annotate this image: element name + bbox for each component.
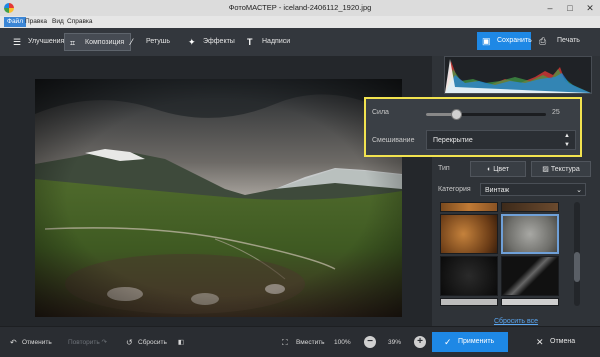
window-title: ФотоМАСТЕР - iceland-2406112_1920.jpg [228,3,372,12]
scrollbar[interactable] [574,202,580,306]
redo-label: Повторить [68,339,100,346]
tab-label: Надписи [262,38,291,45]
fit-button[interactable]: ⛶ Вместить [280,335,325,350]
photo-preview[interactable] [35,79,402,317]
reset-all-link[interactable]: Сбросить все [432,318,600,325]
blend-label: Смешивание [372,137,415,144]
color-label: Цвет [493,166,509,173]
tab-label: Композиция [85,39,125,46]
tab-retouch[interactable]: ⁄ Ретушь [126,33,176,51]
texture-button[interactable]: ▨ Текстура [531,161,591,177]
tab-label: Ретушь [146,38,171,45]
bottom-bar: ↶ Отменить Повторить ↷ ↺ Сбросить ◧ ⛶ Вм… [0,326,600,357]
zoom-value: 39% [388,339,402,346]
reset-icon: ↺ [126,338,133,347]
menu-edit[interactable]: Правка [22,17,50,27]
texture-thumb[interactable] [440,214,498,254]
title-bar: ФотоМАСТЕР - iceland-2406112_1920.jpg – … [0,0,600,16]
texture-thumb-selected[interactable] [501,214,559,254]
menu-help[interactable]: Справка [64,17,96,27]
minimize-button[interactable]: – [540,0,560,16]
compare-icon: ◧ [177,339,185,346]
printer-icon: ⎙ [539,36,547,46]
print-label: Печать [557,37,580,44]
highlighted-settings: Сила 25 Смешивание Перекрытие ▲ ▼ [364,97,582,157]
sliders-icon: ☰ [13,37,22,47]
tab-label: Эффекты [203,38,235,45]
compare-button[interactable]: ◧ [174,335,188,350]
save-icon: ▣ [482,36,491,46]
texture-icon: ▨ [542,166,551,173]
strength-value: 25 [552,109,560,116]
redo-icon: ↷ [101,339,107,346]
texture-thumb[interactable] [501,256,559,296]
reset-label: Сбросить [138,339,167,346]
category-dropdown[interactable]: Винтаж ⌄ [480,183,586,196]
text-icon: T [247,37,253,47]
fit-label: Вместить [296,339,325,346]
reset-button[interactable]: ↺ Сбросить [124,335,167,350]
save-button[interactable]: ▣ Сохранить [477,32,532,50]
apply-label: Применить [458,338,495,345]
redo-button[interactable]: Повторить ↷ [64,335,107,350]
zoom-100-button[interactable]: 100% [334,335,351,350]
category-label: Категория [438,186,471,193]
close-icon: ✕ [536,337,544,347]
close-button[interactable]: ✕ [580,0,600,16]
texture-thumb[interactable] [501,298,559,306]
cancel-button[interactable]: ✕ Отмена [524,332,594,352]
strength-label: Сила [372,109,389,116]
menu-bar: Файл Правка Вид Справка [0,16,600,28]
zoom-in-button[interactable]: + [414,336,426,348]
crop-icon: ⌗ [70,38,76,48]
texture-thumb[interactable] [440,298,498,306]
brush-icon: ⁄ [131,37,133,47]
scrollbar-thumb[interactable] [574,252,580,282]
maximize-button[interactable]: □ [560,0,580,16]
tab-captions[interactable]: T Надписи [242,33,296,51]
tab-effects[interactable]: ✦ Эффекты [183,33,241,51]
fit-icon: ⛶ [282,338,288,347]
blend-dropdown[interactable]: Перекрытие ▲ ▼ [426,130,576,150]
tab-composition[interactable]: ⌗ Композиция [64,33,132,51]
blend-value: Перекрытие [433,137,473,144]
undo-button[interactable]: ↶ Отменить [8,335,52,350]
effects-icon: ✦ [188,37,196,47]
zoom-out-button[interactable]: − [364,336,376,348]
check-icon: ✓ [444,337,452,347]
apply-button[interactable]: ✓ Применить [432,332,508,352]
tab-improvements[interactable]: ☰ Улучшения [8,33,70,51]
chevron-down-icon: ⌄ [576,187,582,194]
cancel-label: Отмена [550,338,576,345]
undo-icon: ↶ [10,338,17,347]
save-label: Сохранить [497,37,532,44]
toolbar: ☰ Улучшения ⌗ Композиция ⁄ Ретушь ✦ Эффе… [0,28,600,57]
texture-thumb[interactable] [440,256,498,296]
undo-label: Отменить [22,339,52,346]
category-value: Винтаж [485,187,510,194]
updown-chevron-icon: ▲ ▼ [564,133,570,148]
texture-thumb[interactable] [440,202,498,212]
tab-label: Улучшения [28,38,65,45]
type-label: Тип [438,165,450,172]
strength-slider-thumb[interactable] [451,109,462,120]
texture-thumb[interactable] [501,202,559,212]
print-button[interactable]: ⎙ Печать [535,32,595,50]
texture-label: Текстура [550,166,580,173]
color-button[interactable]: ◐ Цвет [470,161,526,177]
histogram [444,56,592,94]
